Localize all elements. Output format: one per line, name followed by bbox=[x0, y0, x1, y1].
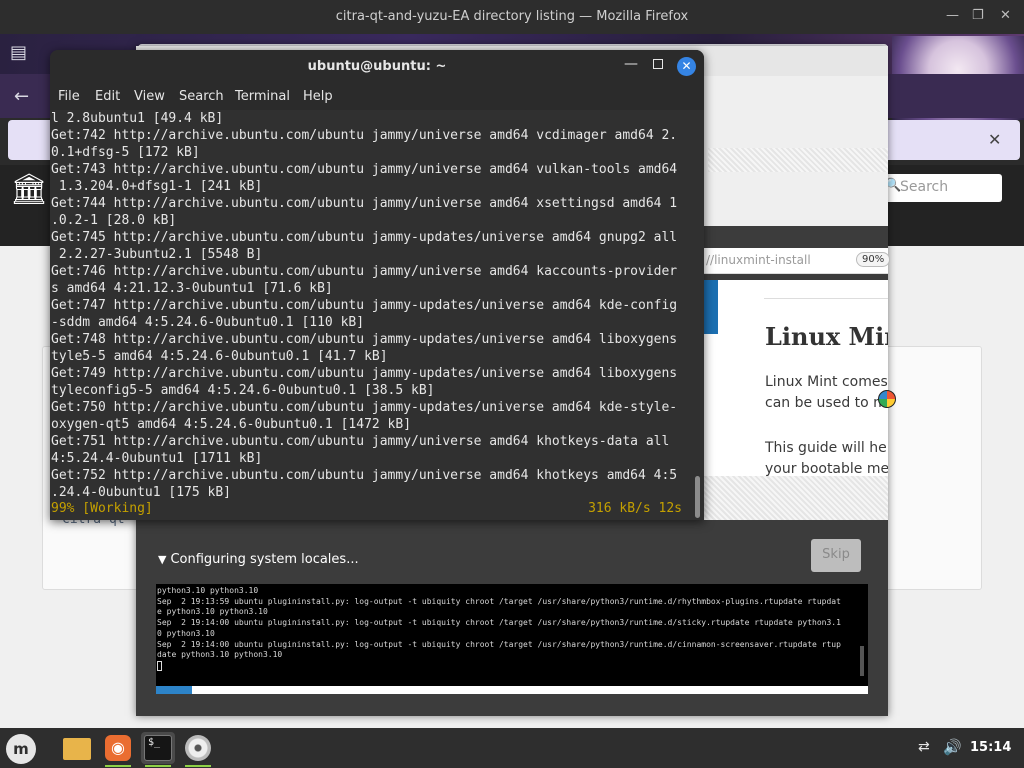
log-line: Sep 2 19:13:59 ubuntu plugininstall.py: … bbox=[157, 596, 841, 606]
firefox-titlebar: citra-qt-and-yuzu-EA directory listing —… bbox=[0, 0, 1024, 34]
running-indicator bbox=[105, 765, 131, 767]
site-search-input[interactable]: 🔍 Search bbox=[880, 174, 1002, 202]
guide-line: your bootable medi bbox=[765, 461, 888, 476]
install-status[interactable]: ▼ Configuring system locales... bbox=[158, 552, 359, 567]
terminal-line: Get:752 http://archive.ubuntu.com/ubuntu… bbox=[51, 468, 678, 483]
expand-triangle-icon[interactable]: ▼ bbox=[158, 553, 166, 566]
guide-line: This guide will help bbox=[765, 440, 888, 456]
terminal-line: Get:751 http://archive.ubuntu.com/ubuntu… bbox=[51, 434, 670, 449]
close-icon[interactable]: ✕ bbox=[1000, 8, 1011, 23]
terminal-line: s amd64 4:21.12.3-0ubuntu1 [71.6 kB] bbox=[51, 281, 333, 296]
terminal-menubar: File Edit View Search Terminal Help bbox=[50, 84, 704, 110]
guide-line: can be used to ma bbox=[765, 395, 888, 411]
zoom-badge[interactable]: 90% bbox=[856, 252, 891, 267]
install-progress-bar bbox=[156, 686, 868, 694]
close-icon[interactable]: ✕ bbox=[677, 57, 696, 76]
terminal-line: l 2.8ubuntu1 [49.4 kB] bbox=[51, 111, 224, 126]
network-icon[interactable]: ⇄ bbox=[918, 739, 930, 755]
terminal-window: ubuntu@ubuntu: ~ — ✕ File Edit View Sear… bbox=[50, 50, 704, 520]
firefox-icon: ◉ bbox=[105, 735, 131, 761]
log-line: Sep 2 19:14:00 ubuntu plugininstall.py: … bbox=[157, 639, 841, 649]
folder-icon bbox=[63, 738, 91, 760]
guide-title: Linux Mint bbox=[765, 322, 888, 351]
terminal-titlebar[interactable]: ubuntu@ubuntu: ~ — ✕ bbox=[50, 50, 704, 84]
minimize-icon[interactable]: — bbox=[946, 8, 959, 23]
terminal-line: Get:744 http://archive.ubuntu.com/ubuntu… bbox=[51, 196, 678, 211]
apt-progress-text: 99% [Working] bbox=[51, 501, 153, 516]
maximize-icon[interactable] bbox=[653, 59, 663, 69]
menu-edit[interactable]: Edit bbox=[95, 89, 120, 104]
terminal-line: 2.2.27-3ubuntu2.1 [5548 B] bbox=[51, 247, 263, 262]
menu-search[interactable]: Search bbox=[179, 89, 224, 104]
apt-status-line: 99% [Working] 316 kB/s 12s bbox=[51, 501, 691, 518]
log-line: python3.10 python3.10 bbox=[157, 586, 259, 595]
log-line: Sep 2 19:14:00 ubuntu plugininstall.py: … bbox=[157, 618, 841, 628]
terminal-line: .0.2-1 [28.0 kB] bbox=[51, 213, 177, 228]
taskbar-installer[interactable] bbox=[181, 732, 215, 767]
terminal-line: 1.3.204.0+dfsg1-1 [241 kB] bbox=[51, 179, 263, 194]
busy-pointer-icon bbox=[878, 390, 896, 408]
terminal-line: -sddm amd64 4:5.24.6-0ubuntu0.1 [110 kB] bbox=[51, 315, 365, 330]
slideshow-guide: Linux Mint Linux Mint comes i can be use… bbox=[702, 280, 888, 476]
install-log: python3.10 python3.10 Sep 2 19:13:59 ubun… bbox=[156, 584, 868, 686]
log-line: e python3.10 python3.10 bbox=[157, 607, 268, 617]
slideshow-url: //linuxmint-install bbox=[706, 253, 811, 267]
firefox-window-title: citra-qt-and-yuzu-EA directory listing —… bbox=[335, 9, 689, 24]
running-indicator bbox=[185, 765, 211, 767]
terminal-line: Get:747 http://archive.ubuntu.com/ubuntu… bbox=[51, 298, 678, 313]
menu-view[interactable]: View bbox=[134, 89, 165, 104]
installer-pattern bbox=[708, 148, 888, 172]
terminal-line: Get:743 http://archive.ubuntu.com/ubuntu… bbox=[51, 162, 678, 177]
log-cursor bbox=[157, 660, 162, 671]
install-progress-fill bbox=[156, 686, 192, 694]
guide-line: Linux Mint comes i bbox=[765, 374, 888, 390]
terminal-line: Get:746 http://archive.ubuntu.com/ubuntu… bbox=[51, 264, 678, 279]
terminal-scrollbar[interactable] bbox=[695, 476, 700, 518]
terminal-line: Get:749 http://archive.ubuntu.com/ubuntu… bbox=[51, 366, 678, 381]
terminal-icon: $_ bbox=[144, 735, 172, 761]
menu-file[interactable]: File bbox=[58, 89, 80, 104]
terminal-line: 4:5.24.4-0ubuntu1 [1711 kB] bbox=[51, 451, 263, 466]
menu-help[interactable]: Help bbox=[303, 89, 333, 104]
terminal-output[interactable]: l 2.8ubuntu1 [49.4 kB] Get:742 http://ar… bbox=[50, 110, 704, 520]
volume-icon[interactable]: 🔊 bbox=[943, 738, 962, 756]
notification-close-icon[interactable]: ✕ bbox=[988, 130, 1001, 149]
site-logo-icon[interactable]: 🏛 bbox=[10, 172, 48, 207]
taskbar-firefox[interactable]: ◉ bbox=[101, 732, 135, 767]
terminal-line: Get:745 http://archive.ubuntu.com/ubuntu… bbox=[51, 230, 678, 245]
terminal-line: Get:748 http://archive.ubuntu.com/ubuntu… bbox=[51, 332, 678, 347]
log-line: 0 python3.10 bbox=[157, 628, 215, 638]
taskbar-terminal[interactable]: $_ bbox=[141, 732, 175, 767]
menu-terminal[interactable]: Terminal bbox=[235, 89, 290, 104]
maximize-icon[interactable]: ❐ bbox=[972, 8, 984, 23]
terminal-line: tyleconfig5-5 amd64 4:5.24.6-0ubuntu0.1 … bbox=[51, 383, 435, 398]
terminal-line: tyle5-5 amd64 4:5.24.6-0ubuntu0.1 [41.7 … bbox=[51, 349, 388, 364]
apt-rate-text: 316 kB/s 12s bbox=[588, 501, 682, 516]
mint-menu-icon[interactable]: m bbox=[6, 734, 36, 764]
terminal-title: ubuntu@ubuntu: ~ bbox=[307, 59, 447, 74]
terminal-line: Get:742 http://archive.ubuntu.com/ubuntu… bbox=[51, 128, 678, 143]
back-icon[interactable]: ← bbox=[14, 86, 29, 107]
installer-pattern bbox=[702, 476, 888, 520]
tab-overview-icon[interactable]: ▤ bbox=[10, 42, 27, 63]
log-line: date python3.10 python3.10 bbox=[157, 650, 283, 660]
terminal-line: oxygen-qt5 amd64 4:5.24.6-0ubuntu0.1 [14… bbox=[51, 417, 412, 432]
disc-icon bbox=[185, 735, 211, 761]
clock[interactable]: 15:14 bbox=[970, 740, 1011, 755]
terminal-line: .24.4-0ubuntu1 [175 kB] bbox=[51, 485, 232, 500]
terminal-line: 0.1+dfsg-5 [172 kB] bbox=[51, 145, 200, 160]
install-status-text: Configuring system locales... bbox=[170, 552, 359, 567]
skip-button[interactable]: Skip bbox=[811, 539, 861, 572]
running-indicator bbox=[145, 765, 171, 767]
guide-accent-bar bbox=[702, 280, 718, 334]
taskbar: m ◉ $_ ⇄ 🔊 15:14 bbox=[0, 728, 1024, 768]
taskbar-files[interactable] bbox=[60, 732, 94, 764]
terminal-line: Get:750 http://archive.ubuntu.com/ubuntu… bbox=[51, 400, 678, 415]
log-scrollbar[interactable] bbox=[860, 646, 864, 676]
guide-divider bbox=[764, 298, 888, 299]
search-placeholder: Search bbox=[900, 179, 949, 195]
minimize-icon[interactable]: — bbox=[624, 56, 638, 72]
